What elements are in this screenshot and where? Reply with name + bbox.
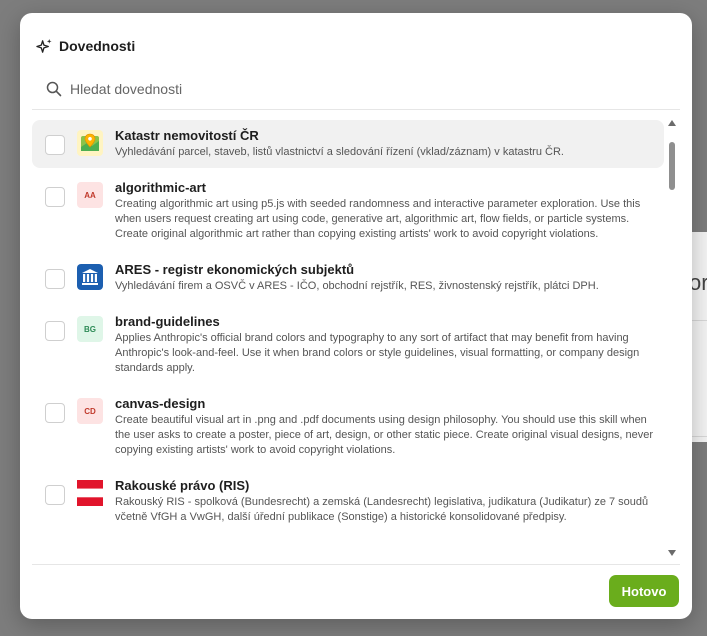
dialog-title: Dovednosti bbox=[59, 38, 136, 54]
skill-description: Creating algorithmic art using p5.js wit… bbox=[115, 198, 641, 240]
scrollbar-thumb[interactable] bbox=[669, 142, 675, 190]
skill-checkbox[interactable] bbox=[45, 485, 65, 505]
search-bar bbox=[32, 73, 678, 105]
skills-list-area: Katastr nemovitostí ČR Vyhledávání parce… bbox=[32, 109, 680, 565]
skill-initials-icon: AA bbox=[77, 182, 103, 208]
skill-name: Katastr nemovitostí ČR bbox=[115, 128, 259, 143]
done-button[interactable]: Hotovo bbox=[609, 575, 679, 607]
skill-checkbox[interactable] bbox=[45, 135, 65, 155]
skill-item-katastr[interactable]: Katastr nemovitostí ČR Vyhledávání parce… bbox=[32, 120, 664, 168]
skill-name: ARES - registr ekonomických subjektů bbox=[115, 262, 355, 277]
skill-item-rakouske-pravo[interactable]: Rakouské právo (RIS) Rakouský RIS - spol… bbox=[32, 470, 664, 533]
skill-initials-icon: BG bbox=[77, 316, 103, 342]
skills-list: Katastr nemovitostí ČR Vyhledávání parce… bbox=[32, 120, 664, 537]
skill-description: Vyhledávání parcel, staveb, listů vlastn… bbox=[115, 146, 564, 158]
skill-description: Create beautiful visual art in .png and … bbox=[115, 414, 654, 456]
austria-flag-icon bbox=[77, 480, 103, 506]
skill-item-canvas-design[interactable]: CD canvas-design Create beautiful visual… bbox=[32, 388, 664, 466]
institution-icon bbox=[77, 264, 103, 290]
skill-name: algorithmic-art bbox=[115, 180, 207, 195]
skill-description: Applies Anthropic's official brand color… bbox=[115, 332, 640, 374]
skill-checkbox[interactable] bbox=[45, 187, 65, 207]
skill-name: canvas-design bbox=[115, 396, 206, 411]
skill-name: brand-guidelines bbox=[115, 314, 220, 329]
dialog-header: Dovednosti bbox=[36, 37, 135, 55]
skill-item-ares[interactable]: ARES - registr ekonomických subjektů Vyh… bbox=[32, 254, 664, 302]
skill-checkbox[interactable] bbox=[45, 321, 65, 341]
skill-checkbox[interactable] bbox=[45, 269, 65, 289]
skill-checkbox[interactable] bbox=[45, 403, 65, 423]
skill-initials-icon: CD bbox=[77, 398, 103, 424]
scroll-up-arrow-icon[interactable] bbox=[668, 120, 676, 126]
list-scrollbar[interactable] bbox=[664, 110, 680, 564]
map-pin-icon bbox=[77, 130, 103, 156]
skill-item-algorithmic-art[interactable]: AA algorithmic-art Creating algorithmic … bbox=[32, 172, 664, 250]
scroll-down-arrow-icon[interactable] bbox=[668, 550, 676, 556]
skill-description: Rakouský RIS - spolková (Bundesrecht) a … bbox=[115, 496, 649, 523]
search-input[interactable] bbox=[70, 81, 650, 97]
skill-description: Vyhledávání firem a OSVČ v ARES - IČO, o… bbox=[115, 280, 599, 292]
skills-dialog: Dovednosti Katastr nemov bbox=[20, 13, 692, 619]
search-icon bbox=[46, 81, 62, 97]
skill-name: Rakouské právo (RIS) bbox=[115, 478, 250, 493]
skill-item-brand-guidelines[interactable]: BG brand-guidelines Applies Anthropic's … bbox=[32, 306, 664, 384]
sparkle-icon bbox=[36, 38, 52, 53]
